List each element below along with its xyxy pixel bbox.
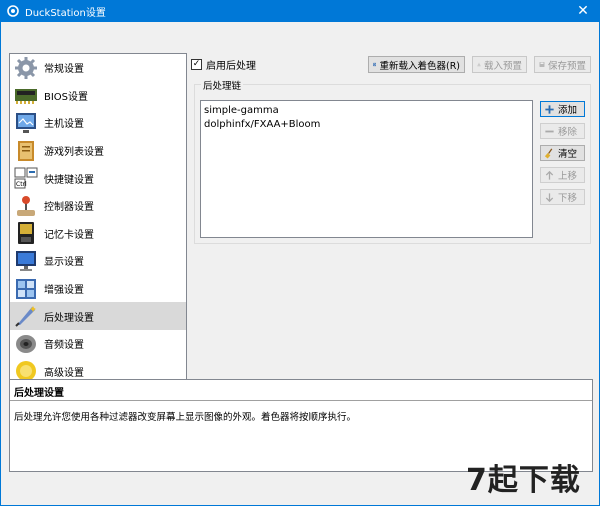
enable-post-processing-label: 启用后处理 — [206, 61, 256, 72]
gear-icon — [14, 56, 38, 80]
post-processing-icon — [14, 304, 38, 328]
svg-text:Ctrl: Ctrl — [16, 181, 27, 188]
bios-chip-icon — [14, 83, 38, 107]
save-preset-button[interactable]: 保存预置 — [534, 56, 591, 73]
sidebar-item-label: 高级设置 — [44, 367, 84, 379]
sidebar-item[interactable]: BIOS设置 — [10, 82, 186, 110]
sidebar-item-label: 音频设置 — [44, 340, 84, 352]
broom-icon — [544, 148, 553, 159]
minus-icon — [545, 130, 554, 132]
title-bar: DuckStation设置 ✕ — [0, 0, 600, 22]
move-up-button[interactable]: 上移 — [540, 167, 585, 183]
enhancement-icon — [14, 277, 38, 301]
close-icon: ✕ — [577, 3, 589, 19]
move-down-button[interactable]: 下移 — [540, 189, 585, 205]
window-title: DuckStation设置 — [25, 7, 106, 19]
save-icon — [539, 62, 545, 67]
description-text: 后处理允许您使用各种过滤器改变屏幕上显示图像的外观。着色器将按顺序执行。 — [14, 412, 357, 423]
divider — [10, 400, 592, 401]
sidebar-item-label: 显示设置 — [44, 257, 84, 269]
list-item[interactable]: dolphinfx/FXAA+Bloom — [204, 118, 529, 132]
sidebar-item-label: 常规设置 — [44, 64, 84, 76]
sidebar-item[interactable]: 记忆卡设置 — [10, 220, 186, 248]
sidebar-item[interactable]: 音频设置 — [10, 330, 186, 358]
settings-window: 常规设置 BIOS设置 主机设置游戏列表设置 Ctrl 快捷键设置控制器设置记忆卡设置显… — [0, 22, 600, 506]
speaker-icon — [14, 332, 38, 356]
sidebar-item-label: BIOS设置 — [44, 91, 89, 103]
duckstation-app-icon — [7, 5, 19, 17]
sidebar-item[interactable]: 后处理设置 — [10, 302, 186, 330]
sidebar-item[interactable]: 控制器设置 — [10, 192, 186, 220]
sidebar-item-label: 增强设置 — [44, 285, 84, 297]
add-shader-button[interactable]: 添加 — [540, 101, 585, 117]
reload-icon — [373, 62, 377, 67]
watermark-text: 7起下载 — [466, 463, 581, 498]
display-monitor-icon — [14, 249, 38, 273]
post-processing-chain-group: 后处理链 simple-gamma dolphinfx/FXAA+Bloom 添… — [194, 78, 591, 244]
sidebar-item[interactable]: 增强设置 — [10, 275, 186, 303]
sidebar-item[interactable]: Ctrl 快捷键设置 — [10, 164, 186, 192]
sidebar-item-label: 后处理设置 — [44, 312, 94, 324]
settings-category-list[interactable]: 常规设置 BIOS设置 主机设置游戏列表设置 Ctrl 快捷键设置控制器设置记忆卡设置显… — [9, 53, 187, 398]
remove-shader-button[interactable]: 移除 — [540, 123, 585, 139]
joystick-icon — [14, 194, 38, 218]
game-list-icon — [14, 139, 38, 163]
shader-chain-list[interactable]: simple-gamma dolphinfx/FXAA+Bloom — [200, 100, 533, 238]
description-title: 后处理设置 — [14, 388, 64, 399]
sidebar-item[interactable]: 常规设置 — [10, 54, 186, 82]
arrow-up-icon — [545, 170, 554, 180]
sidebar-item-label: 主机设置 — [44, 119, 84, 131]
load-preset-button[interactable]: 载入预置 — [472, 56, 527, 73]
sidebar-item[interactable]: 显示设置 — [10, 247, 186, 275]
close-button[interactable]: ✕ — [566, 0, 600, 22]
list-item[interactable]: simple-gamma — [204, 104, 529, 118]
clear-shaders-button[interactable]: 清空 — [540, 145, 585, 161]
sidebar-item-label: 游戏列表设置 — [44, 147, 104, 159]
sidebar-item[interactable]: 主机设置 — [10, 109, 186, 137]
checkbox-checked-icon: ✓ — [191, 59, 202, 70]
console-monitor-icon — [14, 111, 38, 135]
enable-post-processing-checkbox[interactable]: ✓ 启用后处理 — [191, 57, 256, 72]
memory-card-icon — [14, 221, 38, 245]
sidebar-item-label: 快捷键设置 — [44, 174, 94, 186]
chain-group-title: 后处理链 — [201, 78, 244, 92]
sidebar-item-label: 记忆卡设置 — [44, 229, 94, 241]
sidebar-item-label: 控制器设置 — [44, 202, 94, 214]
keyboard-shortcut-icon: Ctrl — [14, 166, 38, 190]
arrow-down-icon — [545, 192, 554, 202]
sidebar-item[interactable]: 游戏列表设置 — [10, 137, 186, 165]
plus-icon — [545, 104, 554, 114]
post-processing-panel: ✓ 启用后处理 重新载入着色器(R) 载入预置 保存预置 后处理链 simple… — [191, 53, 596, 398]
reload-shaders-button[interactable]: 重新载入着色器(R) — [368, 56, 465, 73]
download-icon — [477, 62, 481, 67]
